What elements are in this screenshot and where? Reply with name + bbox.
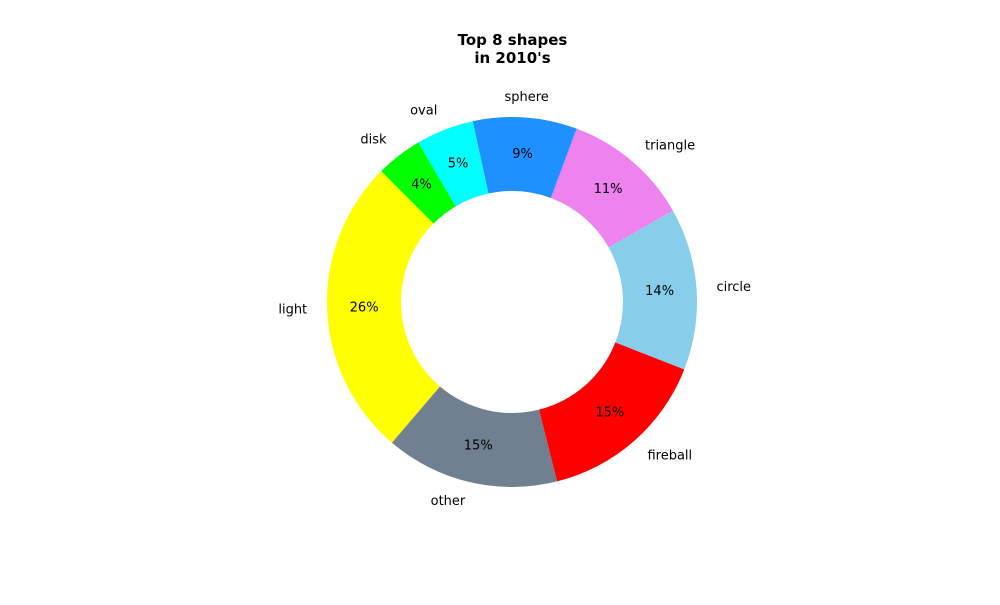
pct-label-triangle: 11% <box>594 182 623 197</box>
pct-label-oval: 5% <box>448 157 469 172</box>
donut-chart: Top 8 shapes in 2010's 26% light 15% other 1… <box>0 0 1000 600</box>
chart-title-line-1: Top 8 shapes <box>457 31 568 49</box>
pct-label-disk: 4% <box>411 177 432 192</box>
pct-label-sphere: 9% <box>512 147 533 162</box>
slice-label-disk: disk <box>360 132 387 147</box>
slice-label-fireball: fireball <box>647 448 692 463</box>
slice-label-circle: circle <box>716 280 751 295</box>
chart-title-line-2: in 2010's <box>474 49 551 67</box>
pct-label-fireball: 15% <box>595 406 624 421</box>
slice-label-triangle: triangle <box>645 139 695 154</box>
pct-label-other: 15% <box>464 439 493 454</box>
slice-label-light: light <box>278 303 307 318</box>
pct-label-circle: 14% <box>645 284 674 299</box>
donut-chart-svg: 26% light 15% other 15% fireball 14% circle 11% t… <box>278 90 751 509</box>
slice-label-sphere: sphere <box>504 90 548 105</box>
pct-label-light: 26% <box>350 300 379 315</box>
slice-label-oval: oval <box>410 104 437 119</box>
slice-label-other: other <box>431 494 466 509</box>
chart-title: Top 8 shapes in 2010's <box>0 31 1000 67</box>
